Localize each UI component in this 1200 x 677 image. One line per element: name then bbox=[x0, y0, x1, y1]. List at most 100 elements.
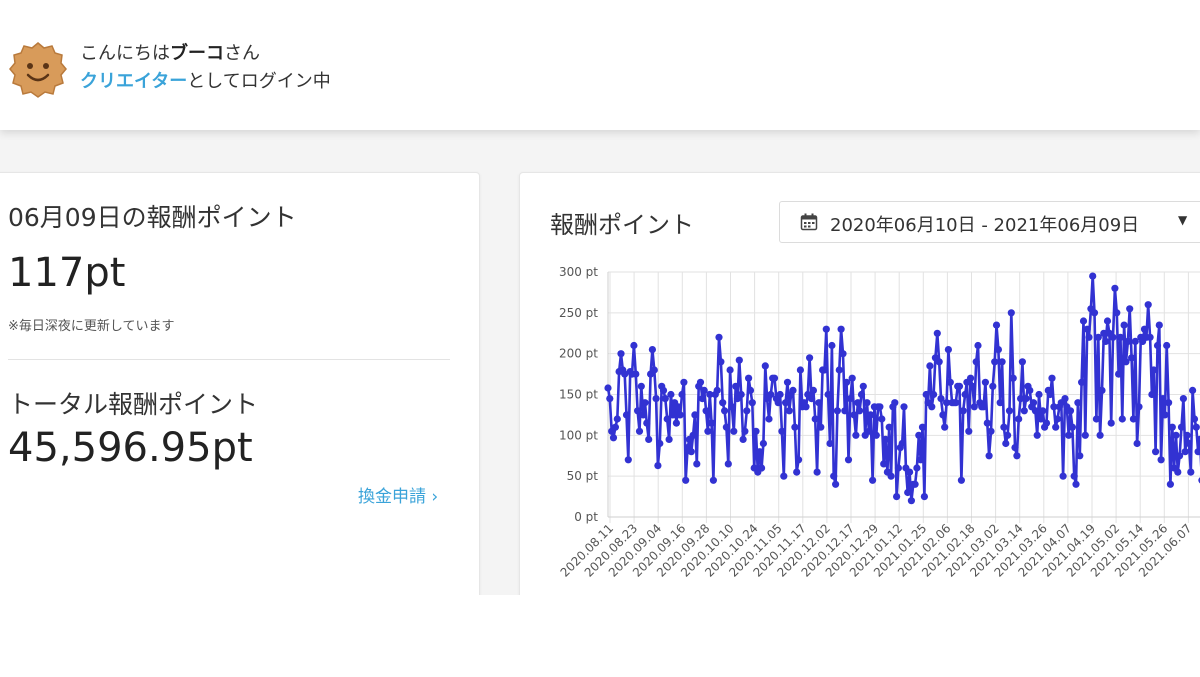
data-point bbox=[991, 358, 999, 366]
data-point bbox=[1015, 415, 1023, 423]
data-point bbox=[1179, 395, 1187, 403]
data-point bbox=[702, 407, 710, 415]
data-point bbox=[1120, 321, 1128, 329]
data-point bbox=[922, 390, 930, 399]
data-point bbox=[830, 472, 838, 480]
data-point bbox=[955, 382, 964, 390]
data-point bbox=[820, 366, 829, 374]
data-point bbox=[1046, 390, 1054, 399]
y-tick-label: 50 pt bbox=[567, 469, 599, 483]
data-point bbox=[737, 390, 745, 399]
date-range-text: 2020年06月10日 - 2021年06月09日 bbox=[830, 215, 1140, 236]
data-point bbox=[918, 423, 927, 431]
data-point bbox=[835, 366, 843, 374]
greeting-suffix: さん bbox=[224, 43, 260, 64]
role-label: クリエイター bbox=[80, 71, 188, 92]
data-point bbox=[920, 493, 928, 501]
data-point bbox=[869, 476, 877, 484]
data-point bbox=[959, 407, 967, 415]
data-point bbox=[1004, 431, 1012, 439]
data-point bbox=[611, 423, 619, 431]
y-tick-label: 300 pt bbox=[559, 265, 598, 279]
data-point bbox=[917, 456, 925, 464]
chart-title: 報酬ポイント bbox=[550, 211, 694, 239]
data-point bbox=[1161, 411, 1169, 419]
data-point bbox=[1194, 448, 1200, 456]
data-point bbox=[878, 415, 886, 423]
data-point bbox=[1185, 439, 1193, 448]
data-point bbox=[715, 333, 723, 341]
exchange-request-link[interactable]: 換金申請 › bbox=[358, 482, 438, 507]
data-point bbox=[756, 448, 764, 456]
data-point bbox=[987, 427, 995, 435]
data-point bbox=[1089, 272, 1097, 280]
data-point bbox=[1066, 407, 1075, 415]
data-point bbox=[815, 399, 823, 407]
data-point bbox=[1022, 395, 1030, 403]
data-point bbox=[822, 325, 830, 333]
total-points-value: 45,596.95pt bbox=[8, 425, 253, 471]
data-point bbox=[632, 370, 640, 378]
data-point bbox=[887, 472, 895, 480]
data-point bbox=[904, 488, 912, 497]
daily-points-title: 06月09日の報酬ポイント bbox=[8, 203, 297, 232]
data-point bbox=[848, 374, 856, 382]
reward-points-line-chart: 0 pt50 pt100 pt150 pt200 pt250 pt300 pt … bbox=[558, 265, 1200, 580]
y-tick-label: 250 pt bbox=[559, 306, 598, 320]
data-point bbox=[645, 435, 653, 443]
data-point bbox=[669, 411, 677, 419]
data-point bbox=[1148, 390, 1156, 399]
data-point bbox=[717, 358, 725, 366]
y-tick-label: 150 pt bbox=[559, 388, 598, 402]
data-point bbox=[1020, 407, 1028, 415]
data-point bbox=[1172, 431, 1180, 439]
data-point bbox=[941, 423, 949, 431]
data-point bbox=[1033, 431, 1041, 439]
data-point bbox=[656, 439, 664, 448]
date-range-picker[interactable]: 2020年06月10日 - 2021年06月09日 ▼ bbox=[779, 201, 1200, 243]
data-point bbox=[1152, 448, 1160, 456]
data-point bbox=[678, 390, 686, 399]
data-point bbox=[859, 382, 867, 390]
data-point bbox=[704, 427, 712, 435]
data-point bbox=[1039, 407, 1047, 415]
data-point bbox=[741, 427, 749, 435]
data-point bbox=[637, 382, 645, 390]
data-point bbox=[946, 378, 954, 386]
data-point bbox=[1183, 431, 1191, 439]
data-point bbox=[893, 493, 901, 501]
data-point bbox=[957, 476, 965, 484]
data-point bbox=[967, 374, 975, 382]
data-point bbox=[1192, 423, 1200, 431]
data-point bbox=[613, 415, 621, 423]
data-point bbox=[791, 423, 799, 431]
data-point bbox=[776, 390, 784, 399]
data-point bbox=[739, 435, 747, 443]
data-point bbox=[981, 378, 989, 386]
data-point bbox=[907, 497, 915, 505]
data-point bbox=[641, 399, 649, 407]
data-point bbox=[1165, 399, 1173, 407]
data-point bbox=[961, 390, 969, 399]
data-point bbox=[872, 431, 880, 439]
data-point bbox=[1076, 452, 1084, 460]
data-point bbox=[1153, 341, 1162, 350]
page-footer-area bbox=[0, 595, 1200, 677]
data-point bbox=[1124, 337, 1132, 345]
data-point bbox=[639, 411, 647, 419]
data-point bbox=[1157, 456, 1165, 464]
data-point bbox=[933, 329, 941, 337]
data-point bbox=[793, 468, 801, 476]
y-axis-ticks: 0 pt 50 pt 100 pt 150 pt 200 pt 250 pt 300 pt bbox=[559, 265, 598, 524]
data-point bbox=[722, 423, 730, 431]
data-point bbox=[983, 419, 991, 427]
data-point bbox=[745, 374, 753, 382]
data-point bbox=[839, 350, 847, 358]
data-point bbox=[1102, 337, 1110, 345]
data-point bbox=[900, 403, 908, 411]
data-point bbox=[1090, 309, 1099, 317]
data-point bbox=[1042, 419, 1051, 427]
data-point bbox=[782, 399, 790, 407]
data-point bbox=[1181, 448, 1189, 456]
data-point bbox=[811, 415, 819, 423]
